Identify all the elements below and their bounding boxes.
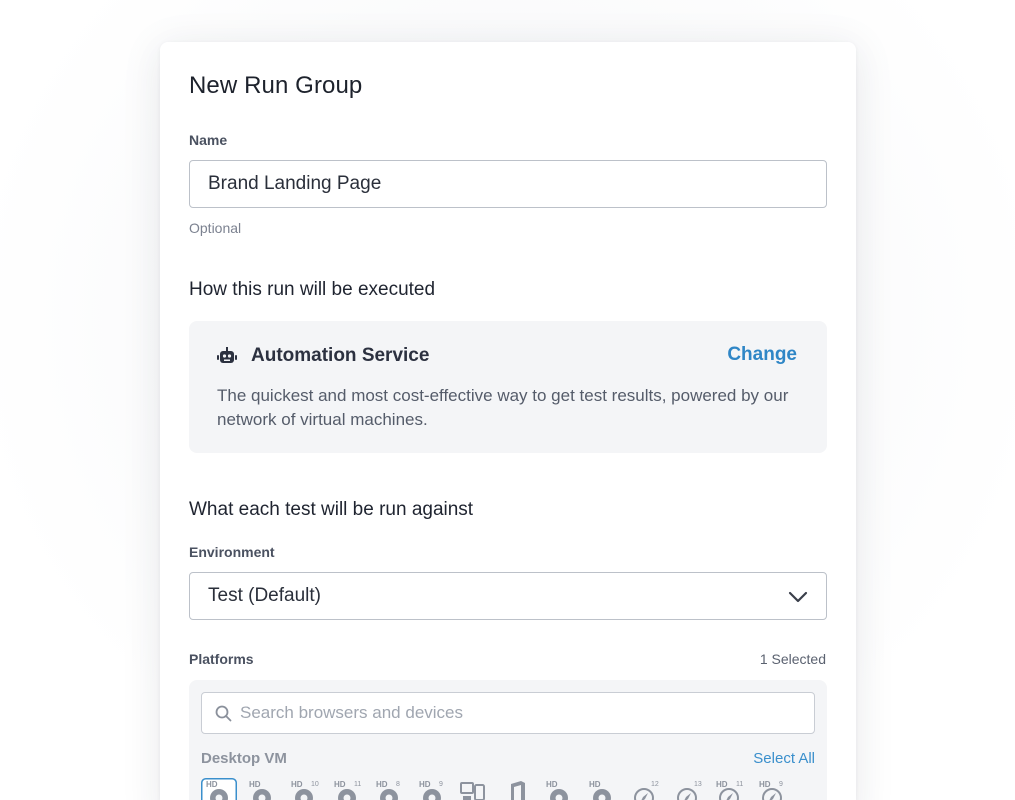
- chevron-down-icon: [788, 590, 808, 604]
- svg-text:HD: HD: [334, 780, 346, 789]
- ie9-hd-icon[interactable]: HD 9: [414, 778, 450, 800]
- ie10-hd-icon[interactable]: HD 10: [286, 778, 322, 800]
- svg-text:9: 9: [779, 781, 783, 788]
- environment-select[interactable]: Test (Default): [189, 572, 827, 620]
- firefox-mac-hd-icon[interactable]: HD: [584, 778, 620, 800]
- safari9-hd-icon[interactable]: HD 9: [754, 778, 790, 800]
- environment-label: Environment: [189, 544, 275, 560]
- target-heading: What each test will be run against: [189, 499, 474, 520]
- svg-text:HD: HD: [249, 780, 261, 789]
- svg-text:HD: HD: [716, 780, 728, 789]
- desktop-vm-group-label: Desktop VM: [201, 750, 287, 767]
- svg-text:11: 11: [354, 781, 361, 788]
- svg-text:8: 8: [396, 781, 400, 788]
- platform-search: [201, 692, 815, 734]
- platform-picker: Desktop VM Select All HD HD HD 10 HD 11 HD 8 HD 9…: [189, 680, 827, 800]
- svg-text:10: 10: [311, 781, 319, 788]
- chrome-hd-icon[interactable]: HD: [201, 778, 237, 800]
- name-hint: Optional: [189, 220, 242, 236]
- svg-text:11: 11: [736, 781, 743, 788]
- service-name: Automation Service: [251, 345, 430, 366]
- svg-text:9: 9: [439, 781, 443, 788]
- safari12-icon[interactable]: 12: [626, 778, 662, 800]
- platform-search-input[interactable]: [240, 693, 800, 733]
- select-all-link[interactable]: Select All: [753, 750, 815, 767]
- execution-service-card: Automation Service Change The quickest a…: [189, 321, 827, 453]
- ie11-hd-icon[interactable]: HD 11: [329, 778, 365, 800]
- safari11-hd-icon[interactable]: HD 11: [711, 778, 747, 800]
- svg-text:HD: HD: [759, 780, 771, 789]
- svg-text:HD: HD: [546, 780, 558, 789]
- svg-text:HD: HD: [206, 780, 218, 789]
- service-description: The quickest and most cost-effective way…: [217, 386, 789, 429]
- safari13-icon[interactable]: 13: [669, 778, 705, 800]
- name-label: Name: [189, 132, 228, 148]
- execution-heading: How this run will be executed: [189, 279, 436, 300]
- edge-device-icon[interactable]: [456, 778, 492, 800]
- svg-text:HD: HD: [376, 780, 388, 789]
- platforms-selected-count: 1 Selected: [759, 651, 826, 667]
- platforms-label: Platforms: [189, 651, 254, 667]
- dialog-title: New Run Group: [189, 72, 363, 99]
- firefox-hd-icon[interactable]: HD: [244, 778, 280, 800]
- office-icon[interactable]: [499, 778, 535, 800]
- name-input[interactable]: [189, 160, 827, 208]
- new-run-group-dialog: New Run Group Name Optional How this run…: [160, 42, 856, 800]
- chrome-mac-hd-icon[interactable]: HD: [541, 778, 577, 800]
- environment-value: Test (Default): [208, 585, 321, 606]
- svg-text:HD: HD: [291, 780, 303, 789]
- svg-text:13: 13: [694, 781, 702, 788]
- ie8-hd-icon[interactable]: HD 8: [371, 778, 407, 800]
- svg-text:12: 12: [651, 781, 659, 788]
- search-icon: [215, 705, 232, 722]
- change-service-link[interactable]: Change: [727, 344, 797, 366]
- svg-text:HD: HD: [589, 780, 601, 789]
- svg-text:HD: HD: [419, 780, 431, 789]
- robot-icon: [217, 347, 237, 365]
